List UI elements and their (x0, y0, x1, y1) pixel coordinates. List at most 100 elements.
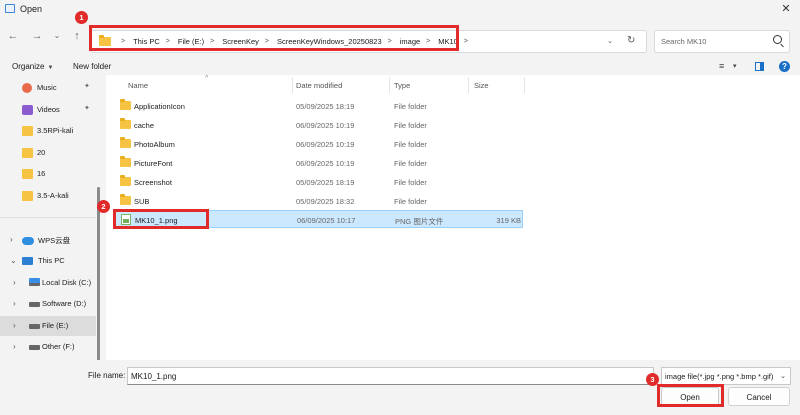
cancel-button[interactable]: Cancel (728, 387, 790, 406)
music-icon (22, 83, 32, 93)
chevron-down-icon[interactable]: ⌄ (10, 256, 17, 265)
sidebar-item-label: File (E:) (42, 321, 69, 330)
new-folder-button[interactable]: New folder (73, 62, 111, 71)
title-bar: Open ✕ (0, 0, 800, 18)
drive-icon (29, 278, 40, 286)
cloud-icon (22, 237, 34, 245)
file-type: File folder (394, 140, 427, 149)
chevron-down-icon: ⌄ (780, 373, 786, 380)
sidebar-item-local-disk-c[interactable]: › Local Disk (C:) (0, 273, 96, 293)
drive-icon (29, 302, 40, 307)
file-date: 06/09/2025 10:17 (297, 216, 356, 225)
file-list: ^ Name Date modified Type Size Applicati… (106, 75, 800, 360)
annotation-box-open (657, 384, 724, 407)
command-bar: Organize ▼ New folder ≡ ▾ ? (0, 57, 800, 75)
sidebar-item-label: Music (37, 83, 57, 92)
sidebar-item-label: Other (F:) (42, 342, 75, 351)
file-date: 06/09/2025 10:19 (296, 140, 355, 149)
file-type-filter[interactable]: image file(*.jpg *.png *.bmp *.gif) ⌄ (661, 367, 791, 385)
sidebar-item-music[interactable]: Music ✦ (0, 78, 96, 98)
file-name: PictureFont (134, 159, 173, 168)
file-name: Screenshot (134, 178, 172, 187)
file-name-value: MK10_1.png (131, 372, 177, 381)
forward-icon[interactable]: → (30, 29, 44, 43)
column-header-type[interactable]: Type (394, 81, 410, 90)
chevron-right-icon[interactable]: › (13, 321, 16, 330)
file-type-filter-value: image file(*.jpg *.png *.bmp *.gif) (665, 372, 773, 381)
sidebar-item-16[interactable]: 16 (0, 164, 96, 184)
table-row[interactable]: PhotoAlbum 06/09/2025 10:19 File folder (114, 135, 523, 153)
table-row[interactable]: Screenshot 05/09/2025 18:19 File folder (114, 173, 523, 191)
search-placeholder: Search MK10 (661, 37, 707, 46)
refresh-icon[interactable]: ↻ (627, 35, 635, 46)
file-type: File folder (394, 121, 427, 130)
file-type: File folder (394, 178, 427, 187)
file-date: 05/09/2025 18:19 (296, 102, 355, 111)
sidebar-item-this-pc[interactable]: ⌄ This PC (0, 251, 96, 271)
back-icon[interactable]: ← (6, 29, 20, 43)
view-dropdown-icon[interactable]: ▾ (733, 62, 737, 70)
folder-icon (22, 148, 33, 158)
chevron-right-icon[interactable]: › (13, 342, 16, 351)
videos-icon (22, 105, 33, 115)
chevron-right-icon[interactable]: › (13, 278, 16, 287)
file-date: 06/09/2025 10:19 (296, 159, 355, 168)
sidebar-item-other-f[interactable]: › Other (F:) (0, 337, 96, 357)
folder-icon (120, 99, 131, 110)
column-divider[interactable] (524, 77, 525, 93)
table-row[interactable]: SUB 05/09/2025 18:32 File folder (114, 192, 523, 210)
column-header-date-modified[interactable]: Date modified (296, 81, 342, 90)
close-icon[interactable]: ✕ (778, 1, 794, 17)
sidebar-item-software-d[interactable]: › Software (D:) (0, 294, 96, 314)
file-name: cache (134, 121, 155, 130)
sidebar-item-videos[interactable]: Videos ✦ (0, 100, 96, 120)
sidebar-item-label: 3.5-A-kali (37, 191, 69, 200)
sidebar-item-3-5rpi-kali[interactable]: 3.5RPi-kali (0, 121, 96, 141)
file-name-field[interactable]: MK10_1.png (127, 367, 654, 385)
folder-icon (22, 169, 33, 179)
table-row[interactable]: PictureFont 06/09/2025 10:19 File folder (114, 154, 523, 172)
drive-icon (29, 324, 40, 329)
file-size: 319 KB (496, 216, 521, 225)
sidebar-item-label: 20 (37, 148, 46, 157)
table-row[interactable]: ApplicationIcon 05/09/2025 18:19 File fo… (114, 97, 523, 115)
app-icon (5, 4, 15, 13)
chevron-down-icon: ▼ (47, 65, 54, 71)
pin-icon: ✦ (84, 105, 90, 112)
view-options-icon[interactable]: ≡ (719, 61, 724, 71)
file-name-label: File name: (88, 371, 126, 380)
sidebar-item-3-5-a-kali[interactable]: 3.5-A-kali (0, 186, 96, 206)
address-dropdown-icon[interactable]: ⌄ (607, 37, 613, 45)
sidebar-item-label: Videos (37, 105, 60, 114)
annotation-badge: 3 (646, 373, 659, 386)
folder-icon (22, 126, 33, 136)
search-input[interactable]: Search MK10 (654, 30, 790, 53)
sidebar-item-label: Local Disk (C:) (42, 278, 92, 287)
pc-icon (22, 257, 33, 265)
sidebar-item-20[interactable]: 20 (0, 143, 96, 163)
chevron-right-icon[interactable]: › (10, 235, 13, 244)
window-title: Open (20, 4, 43, 14)
annotation-box-file (113, 209, 209, 229)
column-header-size[interactable]: Size (474, 81, 489, 90)
folder-icon (120, 194, 131, 205)
column-divider[interactable] (292, 77, 293, 93)
up-icon[interactable]: ↑ (70, 29, 84, 43)
sidebar-item-wps-cloud[interactable]: › WPS云盘 (0, 230, 96, 250)
divider (0, 217, 96, 218)
recent-locations-icon[interactable]: ⌄ (50, 29, 64, 43)
chevron-right-icon: > (463, 38, 468, 45)
organize-button[interactable]: Organize ▼ (12, 62, 53, 71)
chevron-right-icon[interactable]: › (13, 299, 16, 308)
column-header-name[interactable]: Name (128, 81, 148, 90)
table-row[interactable]: cache 06/09/2025 10:19 File folder (114, 116, 523, 134)
search-icon[interactable] (773, 35, 782, 44)
annotation-box-address (89, 25, 459, 51)
sidebar-item-label: 3.5RPi-kali (37, 126, 74, 135)
column-divider[interactable] (468, 77, 469, 93)
preview-pane-icon[interactable] (755, 62, 764, 71)
help-icon[interactable]: ? (779, 61, 790, 72)
sidebar-item-file-e[interactable]: › File (E:) (0, 316, 96, 336)
file-date: 06/09/2025 10:19 (296, 121, 355, 130)
column-divider[interactable] (389, 77, 390, 93)
